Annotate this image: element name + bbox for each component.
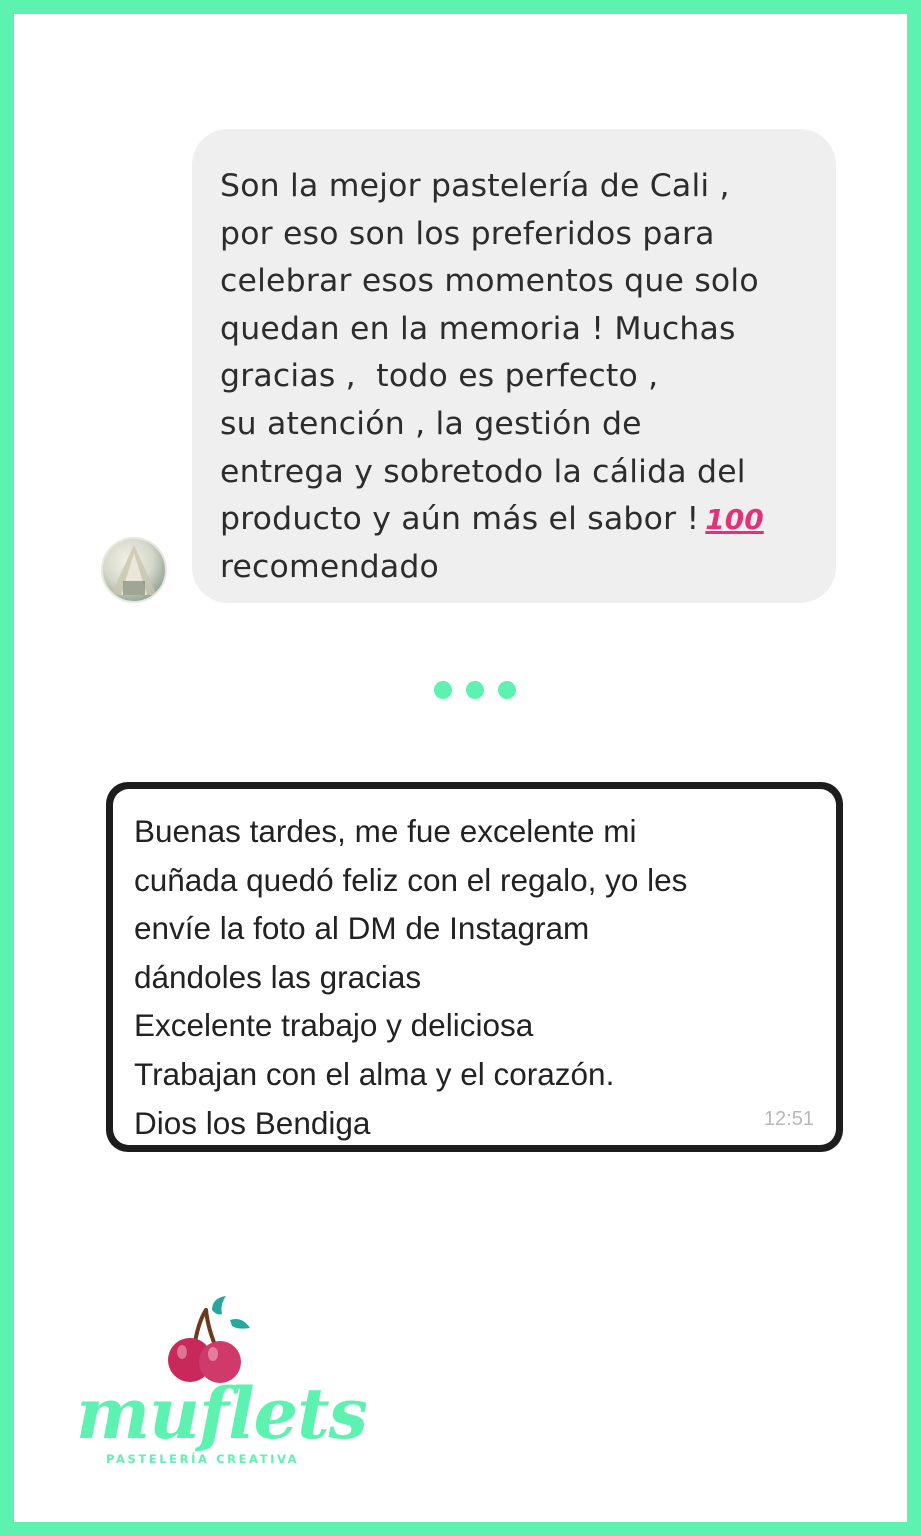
message-line: su atención , la gestión de — [220, 405, 642, 442]
dot — [466, 681, 484, 699]
message-line: envíe la foto al DM de Instagram — [134, 910, 590, 947]
message-line: Dios los Bendiga — [134, 1104, 371, 1141]
message-line: Buenas tardes, me fue excelente mi — [134, 813, 637, 849]
hundred-points-emoji-icon: 100 — [705, 503, 764, 537]
message-line: celebrar esos momentos que solo — [220, 263, 759, 300]
message-line: producto y aún más el sabor ! — [220, 501, 700, 538]
logo-tagline: PASTELERÍA CREATIVA — [106, 1452, 300, 1466]
message-timestamp: 12:51 — [763, 1108, 814, 1130]
message-line: quedan en la memoria ! Muchas — [220, 310, 736, 347]
message-line: gracias , todo es perfecto , — [220, 358, 659, 395]
logo-wordmark: muflets — [76, 1372, 368, 1455]
message-line: recomendado — [220, 548, 440, 585]
message-line: entrega y sobretodo la cálida del — [220, 453, 746, 490]
whatsapp-message-bubble: Buenas tardes, me fue excelente mi cuñad… — [106, 782, 843, 1152]
received-message-bubble: Son la mejor pastelería de Cali , por es… — [192, 129, 836, 603]
message-line: cuñada quedó feliz con el regalo, yo les — [134, 861, 688, 898]
message-body: Buenas tardes, me fue excelente mi cuñad… — [113, 789, 836, 1145]
page-frame: Son la mejor pastelería de Cali , por es… — [0, 0, 921, 1536]
message-line-with-emoji: producto y aún más el sabor ! 100 — [220, 496, 806, 544]
muflets-logo: muflets PASTELERÍA CREATIVA — [74, 1292, 368, 1482]
dot — [498, 681, 516, 699]
ellipsis-dots-icon — [434, 681, 516, 699]
message-line: dándoles las gracias — [134, 958, 422, 995]
message-line: Son la mejor pastelería de Cali , — [220, 168, 730, 204]
message-line: Excelente trabajo y deliciosa — [134, 1007, 534, 1044]
message-line: por eso son los preferidos para — [220, 215, 715, 252]
dot — [434, 681, 452, 699]
message-line: Trabajan con el alma y el corazón. — [134, 1055, 615, 1092]
profile-avatar[interactable] — [101, 537, 167, 603]
